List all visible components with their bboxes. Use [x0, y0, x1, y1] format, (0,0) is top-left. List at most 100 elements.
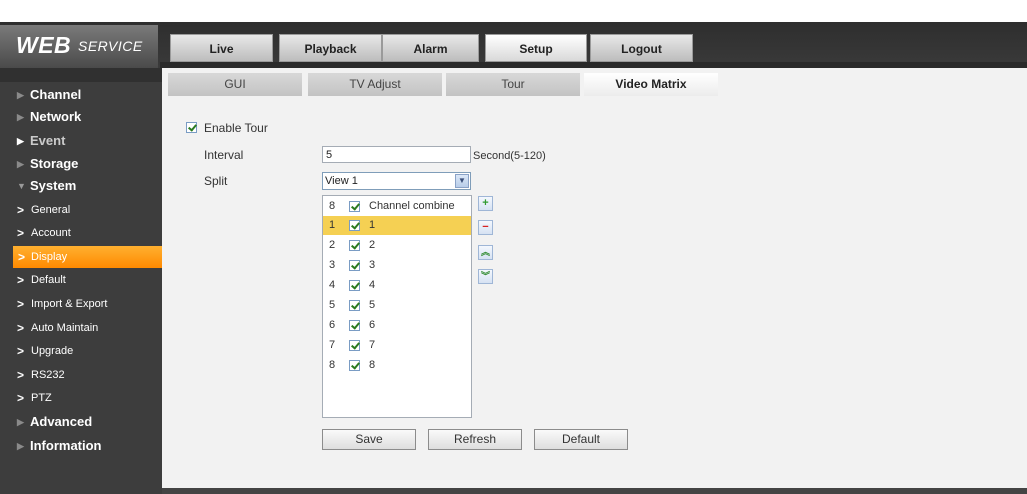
- channel-row-num: 7: [329, 339, 336, 351]
- chevron-right-icon: >: [17, 321, 25, 335]
- channel-checkbox[interactable]: [349, 360, 360, 371]
- channel-checkbox[interactable]: [349, 220, 360, 231]
- move-down-icon[interactable]: ︾: [478, 269, 493, 284]
- channel-row[interactable]: 5 5: [323, 296, 471, 315]
- channel-count: 8: [329, 200, 336, 212]
- channel-row[interactable]: 4 4: [323, 276, 471, 295]
- channel-checkbox[interactable]: [349, 320, 360, 331]
- channel-row-num: 5: [329, 299, 336, 311]
- channel-row-num: 2: [329, 239, 336, 251]
- collapsed-arrow-icon: ▶: [17, 441, 24, 451]
- tab-setup[interactable]: Setup: [485, 34, 587, 62]
- channel-row-name: 1: [369, 219, 376, 231]
- channel-row[interactable]: 7 7: [323, 336, 471, 355]
- save-button[interactable]: Save: [322, 429, 416, 450]
- sidebar-item-information[interactable]: ▶ Information: [0, 435, 162, 457]
- chevron-right-icon: >: [17, 226, 25, 240]
- sidebar-subitem-import-export[interactable]: > Import & Export: [0, 293, 162, 315]
- sidebar-subitem-default[interactable]: > Default: [0, 269, 162, 291]
- dropdown-arrow-icon[interactable]: ▼: [455, 174, 469, 188]
- chevron-right-icon: >: [17, 344, 25, 358]
- sidebar-item-label: Event: [30, 133, 66, 148]
- split-label: Split: [204, 174, 228, 188]
- channel-row[interactable]: 3 3: [323, 256, 471, 275]
- sidebar-item-label: System: [30, 178, 77, 193]
- sidebar-item-label: Advanced: [30, 414, 93, 429]
- sidebar-subitem-ptz[interactable]: > PTZ: [0, 387, 162, 409]
- sidebar-item-event[interactable]: ▶ Event: [0, 130, 162, 152]
- channel-row[interactable]: 1 1: [323, 216, 471, 235]
- channel-row-num: 1: [329, 219, 336, 231]
- sidebar-subitem-auto-maintain[interactable]: > Auto Maintain: [0, 317, 162, 339]
- sidebar-item-network[interactable]: ▶ Network: [0, 106, 162, 128]
- sidebar-item-storage[interactable]: ▶ Storage: [0, 153, 162, 175]
- split-select[interactable]: View 1 ▼: [322, 172, 471, 190]
- sidebar-subitem-label: Account: [31, 227, 71, 239]
- sidebar-subitem-label: Default: [31, 274, 66, 286]
- channel-checkbox[interactable]: [349, 280, 360, 291]
- collapsed-arrow-icon: ▶: [17, 90, 24, 100]
- default-button[interactable]: Default: [534, 429, 628, 450]
- chevron-right-icon: >: [18, 250, 26, 264]
- channel-list-header[interactable]: 8 Channel combine: [323, 197, 471, 216]
- channel-checkbox[interactable]: [349, 260, 360, 271]
- expanded-arrow-icon: ▼: [17, 181, 26, 191]
- refresh-button[interactable]: Refresh: [428, 429, 522, 450]
- logo-sub-text: SERVICE: [78, 38, 143, 54]
- sidebar-item-system[interactable]: ▼ System: [0, 175, 162, 197]
- sidebar-subitem-display[interactable]: > Display: [13, 246, 162, 268]
- channel-row-num: 4: [329, 279, 336, 291]
- channel-row-num: 8: [329, 359, 336, 371]
- chevron-right-icon: >: [17, 273, 25, 287]
- channel-row-num: 3: [329, 259, 336, 271]
- channel-row-name: 3: [369, 259, 376, 271]
- sidebar-subitem-account[interactable]: > Account: [0, 222, 162, 244]
- add-icon[interactable]: +: [478, 196, 493, 211]
- channel-list: 8 Channel combine 1 1 2 2 3 3 4 4 5 5 6 …: [322, 195, 472, 418]
- sidebar-item-label: Channel: [30, 87, 82, 102]
- channel-checkbox[interactable]: [349, 340, 360, 351]
- chevron-right-icon: >: [17, 297, 25, 311]
- channel-row-name: 6: [369, 319, 376, 331]
- sidebar-item-channel[interactable]: ▶ Channel: [0, 84, 162, 106]
- logo-main-text: WEB: [16, 32, 72, 58]
- sidebar-subitem-label: PTZ: [31, 392, 52, 404]
- tab-tour[interactable]: Tour: [446, 73, 580, 96]
- tab-tv-adjust[interactable]: TV Adjust: [308, 73, 442, 96]
- sidebar-subitem-label: General: [31, 204, 71, 216]
- tab-alarm[interactable]: Alarm: [382, 34, 479, 62]
- channel-row[interactable]: 6 6: [323, 316, 471, 335]
- channel-combine-checkbox[interactable]: [349, 201, 360, 212]
- interval-input[interactable]: [322, 146, 471, 163]
- sidebar-subitem-upgrade[interactable]: > Upgrade: [0, 340, 162, 362]
- tab-gui[interactable]: GUI: [168, 73, 302, 96]
- channel-row-name: 7: [369, 339, 376, 351]
- top-header: WEB SERVICE Live Playback Alarm Setup Lo…: [0, 0, 1027, 68]
- tab-divider: [160, 62, 1027, 68]
- channel-row-name: 2: [369, 239, 376, 251]
- channel-row-name: 4: [369, 279, 376, 291]
- remove-icon[interactable]: −: [478, 220, 493, 235]
- tab-video-matrix[interactable]: Video Matrix: [584, 73, 718, 96]
- sidebar-subitem-general[interactable]: > General: [0, 199, 162, 221]
- interval-unit: Second(5-120): [473, 150, 546, 162]
- sidebar-subitem-label: RS232: [31, 369, 65, 381]
- logo: WEB SERVICE: [0, 25, 158, 68]
- sidebar-subitem-label: Display: [31, 251, 68, 263]
- channel-row-name: 5: [369, 299, 376, 311]
- sidebar-item-label: Network: [30, 109, 82, 124]
- channel-row[interactable]: 2 2: [323, 236, 471, 255]
- chevron-right-icon: >: [17, 368, 25, 382]
- channel-checkbox[interactable]: [349, 300, 360, 311]
- tab-live[interactable]: Live: [170, 34, 273, 62]
- sidebar-subitem-rs232[interactable]: > RS232: [0, 364, 162, 386]
- tab-logout[interactable]: Logout: [590, 34, 693, 62]
- chevron-right-icon: >: [17, 203, 25, 217]
- sidebar-item-advanced[interactable]: ▶ Advanced: [0, 411, 162, 433]
- enable-tour-checkbox[interactable]: [186, 122, 197, 133]
- channel-checkbox[interactable]: [349, 240, 360, 251]
- sidebar-subitem-label: Upgrade: [31, 345, 74, 357]
- tab-playback[interactable]: Playback: [279, 34, 382, 62]
- channel-row[interactable]: 8 8: [323, 356, 471, 375]
- move-up-icon[interactable]: ︽: [478, 245, 493, 260]
